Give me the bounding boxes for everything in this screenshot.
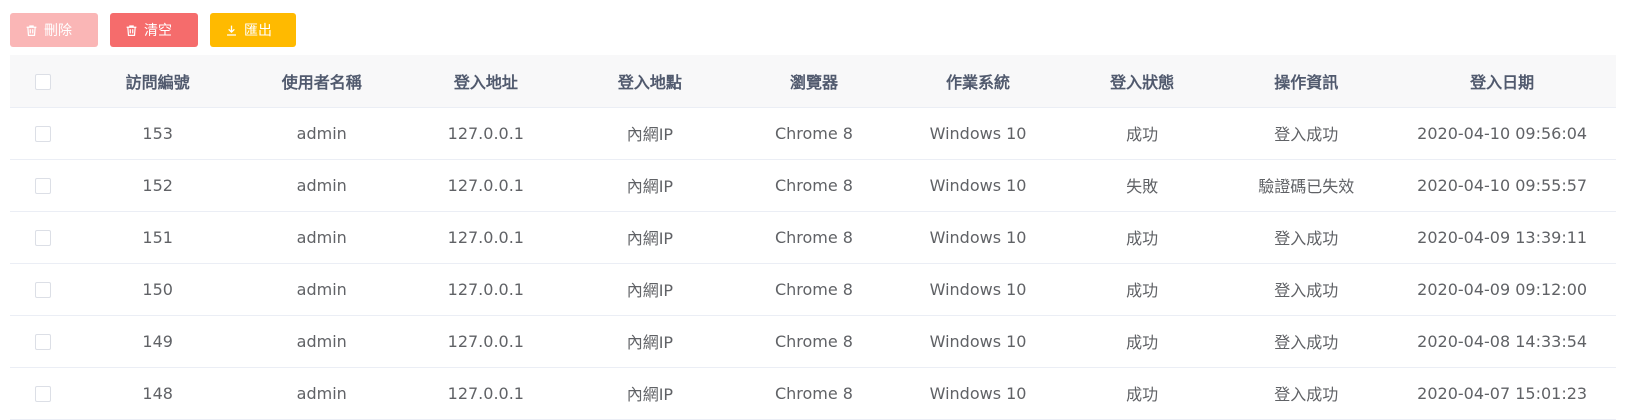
table-header-row: 訪問編號 使用者名稱 登入地址 登入地點 瀏覽器 作業系統 登入狀態 操作資訊 … [10,55,1616,108]
column-header[interactable]: 作業系統 [896,55,1061,108]
clear-button[interactable]: 清空 [110,13,198,47]
table-row[interactable]: 150 admin 127.0.0.1 內網IP Chrome 8 Window… [10,263,1616,316]
row-select-cell [10,263,76,316]
table-cell: admin [239,107,404,160]
table-cell: 127.0.0.1 [403,107,568,160]
table-cell: Chrome 8 [731,159,897,212]
trash-icon [24,23,38,37]
table-cell: 2020-04-10 09:56:04 [1388,107,1616,160]
table-cell: Windows 10 [896,211,1061,264]
row-select-cell [10,315,76,368]
column-header[interactable]: 登入狀態 [1060,55,1225,108]
table-cell: 內網IP [567,107,732,160]
table-cell: Windows 10 [896,315,1061,368]
table-cell: Windows 10 [896,263,1061,316]
table-cell: 失敗 [1060,159,1225,212]
download-icon [224,23,238,37]
table-cell: 2020-04-10 09:55:57 [1388,159,1616,212]
table-cell: 148 [75,367,240,420]
table-cell: 2020-04-08 14:33:54 [1388,315,1616,368]
select-all-cell [10,55,76,108]
column-header[interactable]: 操作資訊 [1224,55,1389,108]
table-cell: 2020-04-09 13:39:11 [1388,211,1616,264]
table-cell: 2020-04-09 09:12:00 [1388,263,1616,316]
row-checkbox[interactable] [34,282,51,298]
table-cell: 內網IP [567,159,732,212]
column-header[interactable]: 登入地址 [403,55,568,108]
table-cell: 內網IP [567,211,732,264]
trash-icon [124,23,138,37]
table-cell: 登入成功 [1224,315,1389,368]
row-checkbox[interactable] [34,178,51,194]
table-cell: 登入成功 [1224,263,1389,316]
table-cell: 153 [75,107,240,160]
table-cell: 內網IP [567,367,732,420]
column-header[interactable]: 登入地點 [567,55,732,108]
column-header[interactable]: 瀏覽器 [731,55,897,108]
table-cell: Chrome 8 [731,211,897,264]
select-all-checkbox[interactable] [34,73,51,90]
row-checkbox[interactable] [34,230,51,246]
table-row[interactable]: 149 admin 127.0.0.1 內網IP Chrome 8 Window… [10,315,1616,368]
login-log-table: 訪問編號 使用者名稱 登入地址 登入地點 瀏覽器 作業系統 登入狀態 操作資訊 … [10,55,1616,420]
table-row[interactable]: 148 admin 127.0.0.1 內網IP Chrome 8 Window… [10,367,1616,420]
row-select-cell [10,159,76,212]
table-cell: 127.0.0.1 [403,159,568,212]
table-cell: 內網IP [567,263,732,316]
table-cell: admin [239,211,404,264]
table-cell: Chrome 8 [731,367,897,420]
table-cell: 149 [75,315,240,368]
row-checkbox[interactable] [34,386,51,402]
table-row[interactable]: 152 admin 127.0.0.1 內網IP Chrome 8 Window… [10,159,1616,212]
export-button[interactable]: 匯出 [210,13,296,47]
table-cell: 151 [75,211,240,264]
table-cell: 成功 [1060,315,1225,368]
table-cell: Windows 10 [896,367,1061,420]
clear-button-label: 清空 [144,23,172,39]
table-cell: 登入成功 [1224,367,1389,420]
table-row[interactable]: 153 admin 127.0.0.1 內網IP Chrome 8 Window… [10,107,1616,160]
table-row[interactable]: 151 admin 127.0.0.1 內網IP Chrome 8 Window… [10,211,1616,264]
column-header[interactable]: 訪問編號 [75,55,240,108]
table-cell: 127.0.0.1 [403,315,568,368]
column-header[interactable]: 使用者名稱 [239,55,404,108]
table-cell: 127.0.0.1 [403,263,568,316]
toolbar: 刪除 清空 匯出 [10,13,296,47]
delete-button[interactable]: 刪除 [10,13,98,47]
table-cell: Chrome 8 [731,315,897,368]
table-cell: 127.0.0.1 [403,367,568,420]
table-cell: Chrome 8 [731,263,897,316]
table-cell: admin [239,159,404,212]
table-cell: 登入成功 [1224,107,1389,160]
table-cell: admin [239,315,404,368]
table-cell: admin [239,367,404,420]
table-cell: admin [239,263,404,316]
table-cell: 150 [75,263,240,316]
column-header[interactable]: 登入日期 [1388,55,1616,108]
table-cell: Windows 10 [896,159,1061,212]
table-cell: 成功 [1060,367,1225,420]
table-cell: 內網IP [567,315,732,368]
table-cell: 驗證碼已失效 [1224,159,1389,212]
table-cell: Windows 10 [896,107,1061,160]
table-cell: 成功 [1060,211,1225,264]
table-cell: 2020-04-07 15:01:23 [1388,367,1616,420]
row-checkbox[interactable] [34,334,51,350]
table-cell: 152 [75,159,240,212]
table-cell: 127.0.0.1 [403,211,568,264]
export-button-label: 匯出 [244,23,272,39]
row-checkbox[interactable] [34,126,51,142]
row-select-cell [10,211,76,264]
delete-button-label: 刪除 [44,23,72,39]
row-select-cell [10,107,76,160]
row-select-cell [10,367,76,420]
table-cell: 成功 [1060,263,1225,316]
table-cell: 成功 [1060,107,1225,160]
table-cell: Chrome 8 [731,107,897,160]
table-cell: 登入成功 [1224,211,1389,264]
